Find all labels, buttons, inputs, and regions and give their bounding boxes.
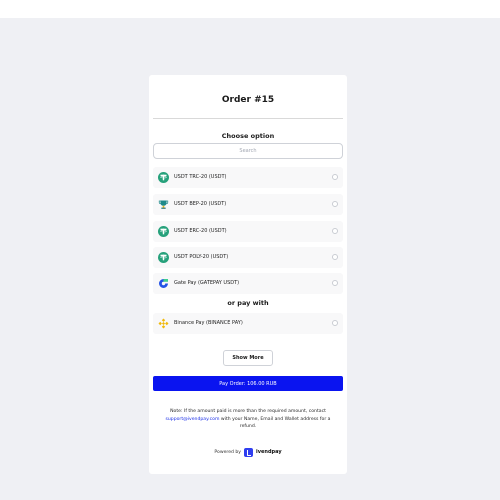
payment-option-label: USDT BEP-20 (USDT) — [174, 201, 227, 207]
or-pay-with-heading: or pay with — [227, 299, 269, 307]
option-radio[interactable] — [332, 201, 338, 207]
option-radio[interactable] — [332, 280, 338, 286]
payment-option-label: Gate Pay (GATEPAY USDT) — [174, 280, 240, 286]
note-text-before: Note: If the amount paid is more than th… — [170, 409, 326, 414]
payment-option-binance-pay[interactable]: Binance Pay (BINANCE PAY) — [153, 313, 343, 334]
powered-by-label: Powered by — [214, 449, 242, 455]
payment-card: Order #15 Choose option USDT TRC-20 (USD… — [149, 75, 347, 474]
gatepay-icon — [158, 278, 169, 289]
show-more-button[interactable]: Show More — [223, 350, 273, 366]
support-email-link[interactable]: support@ivendpay.com — [165, 417, 219, 422]
brand-name: ivendpay — [256, 449, 282, 455]
trophy-icon — [158, 199, 169, 210]
tether-icon — [158, 226, 169, 237]
divider — [153, 118, 343, 119]
option-radio[interactable] — [332, 254, 338, 260]
payment-option-gatepay[interactable]: Gate Pay (GATEPAY USDT) — [153, 273, 343, 294]
choose-option-heading: Choose option — [221, 132, 275, 140]
option-radio[interactable] — [332, 320, 338, 326]
payment-option-usdt-erc20[interactable]: USDT ERC-20 (USDT) — [153, 221, 343, 242]
payment-option-label: USDT TRC-20 (USDT) — [174, 174, 227, 180]
refund-note: Note: If the amount paid is more than th… — [161, 408, 335, 431]
order-title: Order #15 — [221, 95, 275, 105]
binance-icon — [158, 318, 169, 329]
payment-option-usdt-poly20[interactable]: USDT POLY-20 (USDT) — [153, 247, 343, 268]
payment-option-label: Binance Pay (BINANCE PAY) — [174, 320, 243, 326]
ivendpay-logo-icon — [244, 447, 254, 457]
payment-option-usdt-trc20[interactable]: USDT TRC-20 (USDT) — [153, 167, 343, 188]
option-radio[interactable] — [332, 228, 338, 234]
top-bar — [0, 0, 500, 18]
tether-icon — [158, 172, 169, 183]
payment-option-usdt-bep20[interactable]: USDT BEP-20 (USDT) — [153, 194, 343, 215]
powered-by: Powered by ivendpay — [149, 447, 347, 457]
payment-option-label: USDT POLY-20 (USDT) — [174, 254, 229, 260]
payment-option-label: USDT ERC-20 (USDT) — [174, 228, 227, 234]
option-radio[interactable] — [332, 174, 338, 180]
tether-icon — [158, 252, 169, 263]
note-text-after: with your Name, Email and Wallet address… — [220, 416, 331, 430]
pay-order-button[interactable]: Pay Order: 106.00 RUB — [153, 376, 343, 391]
search-input[interactable] — [153, 143, 343, 159]
